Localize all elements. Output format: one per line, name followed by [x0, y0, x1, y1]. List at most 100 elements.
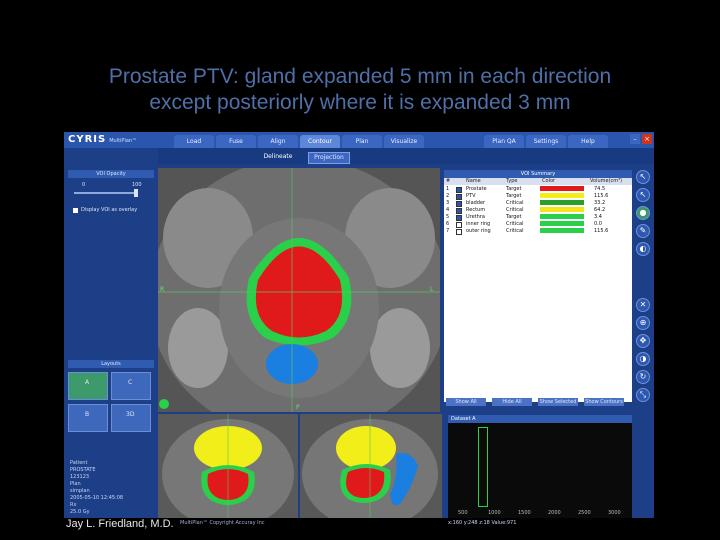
tab-align[interactable]: Align — [258, 135, 298, 148]
sagittal-view[interactable] — [300, 414, 442, 518]
cursor-status: x:160 y:248 z:18 Value:971 — [448, 520, 517, 526]
tab-contour[interactable]: Contour — [300, 135, 340, 148]
layout-3d[interactable]: 3D — [111, 404, 151, 432]
hide-all-button[interactable]: Hide All — [492, 398, 532, 406]
contour-tool-icon[interactable]: ● — [636, 206, 650, 220]
measure-icon[interactable]: ⤡ — [636, 388, 650, 402]
crosshair-icon[interactable]: ✕ — [636, 298, 650, 312]
tab-plan[interactable]: Plan — [342, 135, 382, 148]
delineate-button[interactable]: Delineate — [258, 152, 298, 162]
voi-row-type: Target — [506, 193, 522, 199]
info-line: Plan — [70, 481, 81, 487]
opacity-slider-track[interactable] — [74, 192, 138, 194]
voi-row-volume: 74.5 — [594, 186, 606, 192]
voi-row-volume: 115.6 — [594, 228, 609, 234]
show-selected-button[interactable]: Show Selected — [538, 398, 578, 406]
info-line: Patient — [70, 460, 88, 466]
voi-visibility-checkbox[interactable] — [456, 229, 462, 235]
voi-table-row[interactable]: 5 Urethra Target 3.4 — [444, 214, 632, 221]
slide-title-line-1: Prostate PTV: gland expanded 5 mm in eac… — [108, 65, 612, 88]
axial-marker-l: L — [430, 286, 434, 293]
histogram-tick-label: 1500 — [518, 510, 531, 516]
tab-help[interactable]: Help — [568, 135, 608, 148]
voi-row-volume: 115.6 — [594, 193, 609, 199]
layout-c[interactable]: C — [111, 372, 151, 400]
show-contours-button[interactable]: Show Contours — [584, 398, 624, 406]
projection-button[interactable]: Projection — [308, 152, 350, 164]
coronal-view[interactable] — [158, 414, 298, 518]
voi-row-number: 1 — [446, 186, 450, 192]
voi-row-type: Target — [506, 186, 522, 192]
histogram-tick-label: 1000 — [488, 510, 501, 516]
zoom-icon[interactable]: ⊕ — [636, 316, 650, 330]
tab-fuse[interactable]: Fuse — [216, 135, 256, 148]
pen-icon[interactable]: ✎ — [636, 224, 650, 238]
author-credit: Jay L. Friedland, M.D. — [66, 518, 174, 530]
voi-color-swatch[interactable] — [540, 221, 584, 226]
voi-table-row[interactable]: 3 bladder Critical 33.2 — [444, 200, 632, 207]
voi-table-row[interactable]: 4 Rectum Critical 64.2 — [444, 207, 632, 214]
voi-table-row[interactable]: 1 Prostate Target 74.5 — [444, 186, 632, 193]
window-level-handle[interactable] — [478, 427, 488, 507]
voi-color-swatch[interactable] — [540, 228, 584, 233]
voi-row-volume: 64.2 — [594, 207, 606, 213]
voi-color-swatch[interactable] — [540, 186, 584, 191]
tab-plan-qa[interactable]: Plan QA — [484, 135, 524, 148]
contour-subbar: Delineate Projection — [158, 148, 654, 164]
slider-max-label: 100 — [132, 182, 142, 188]
voi-opacity-title: VOI Opacity — [68, 170, 154, 178]
info-line: 25.0 Gy — [70, 509, 90, 515]
layout-b-label: B — [85, 411, 90, 418]
close-icon[interactable]: × — [642, 134, 652, 144]
tab-settings[interactable]: Settings — [526, 135, 566, 148]
col-num: # — [446, 178, 451, 184]
info-line: simplan — [70, 488, 90, 494]
pan-icon[interactable]: ✥ — [636, 334, 650, 348]
minimize-icon[interactable]: – — [630, 134, 640, 144]
axial-view[interactable]: R L P — [158, 168, 440, 412]
voi-row-volume: 0.0 — [594, 221, 602, 227]
show-all-button[interactable]: Show All — [446, 398, 486, 406]
layout-b[interactable]: B — [68, 404, 108, 432]
opacity-slider-handle[interactable] — [134, 189, 138, 197]
voi-row-number: 5 — [446, 214, 450, 220]
voi-color-swatch[interactable] — [540, 207, 584, 212]
voi-row-volume: 3.4 — [594, 214, 602, 220]
voi-row-name: Prostate — [466, 186, 487, 192]
voi-table-row[interactable]: 6 inner ring Critical 0.0 — [444, 221, 632, 228]
voi-summary-columns: # Name Type Color Volume(cm³) — [444, 178, 632, 185]
rotate-icon[interactable]: ↻ — [636, 370, 650, 384]
voi-row-name: PTV — [466, 193, 476, 199]
histogram-tick-label: 2500 — [578, 510, 591, 516]
layout-grid: A C B 3D — [68, 372, 154, 434]
histogram-tick-label: 500 — [458, 510, 468, 516]
tab-load[interactable]: Load — [174, 135, 214, 148]
histogram-tick-label: 2000 — [548, 510, 561, 516]
window-level-icon[interactable]: ◑ — [636, 352, 650, 366]
info-line: PROSTATE — [70, 467, 96, 473]
layout-a[interactable]: A — [68, 372, 108, 400]
voi-table-row[interactable]: 2 PTV Target 115.6 — [444, 193, 632, 200]
col-volume: Volume(cm³) — [590, 178, 623, 184]
voi-row-number: 4 — [446, 207, 450, 213]
voi-row-number: 3 — [446, 200, 450, 206]
erase-icon[interactable]: ◐ — [636, 242, 650, 256]
voi-color-swatch[interactable] — [540, 200, 584, 205]
voi-row-number: 6 — [446, 221, 450, 227]
sagittal-ct-image — [300, 414, 442, 518]
info-line: 123123 — [70, 474, 90, 480]
tab-visualize[interactable]: Visualize — [384, 135, 424, 148]
pointer-icon[interactable]: ↖ — [636, 170, 650, 184]
pointer-alt-icon[interactable]: ↖ — [636, 188, 650, 202]
voi-color-swatch[interactable] — [540, 214, 584, 219]
voi-color-swatch[interactable] — [540, 193, 584, 198]
display-voi-checkbox[interactable] — [73, 208, 78, 213]
col-type: Type — [506, 178, 518, 184]
voi-table-row[interactable]: 7 outer ring Critical 115.6 — [444, 228, 632, 235]
voi-row-name: outer ring — [466, 228, 491, 234]
axial-ct-image — [158, 168, 440, 412]
voi-row-type: Critical — [506, 221, 524, 227]
layouts-title: Layouts — [68, 360, 154, 368]
col-color: Color — [542, 178, 556, 184]
histogram-tick-label: 3000 — [608, 510, 621, 516]
